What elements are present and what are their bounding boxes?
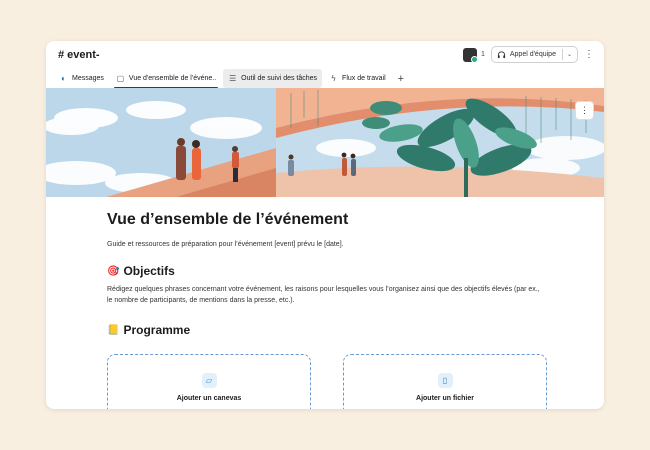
channel-title[interactable]: # event- (58, 49, 100, 61)
canvas-document: Vue d’ensemble de l’événement Guide et r… (107, 211, 547, 343)
banner-options-icon[interactable]: ⋮ (575, 101, 594, 120)
canvas-banner-image: ⋮ (46, 88, 604, 197)
embed-cards: ▱ Ajouter un canevas ▯ Ajouter un fichie… (107, 354, 547, 409)
section-heading-objectives: 🎯 Objectifs (107, 264, 547, 278)
notebook-icon: 📒 (107, 324, 120, 336)
huddle-label: Appel d'équipe (509, 51, 556, 58)
target-icon: 🎯 (107, 265, 120, 277)
intro-text: Guide et ressources de préparation pour … (107, 241, 344, 248)
list-icon: ☰ (229, 74, 237, 83)
canvas-add-icon: ▱ (201, 373, 217, 388)
add-canvas-card[interactable]: ▱ Ajouter un canevas (107, 354, 311, 409)
channel-tabs: ◐ Messages ▢ Vue d'ensemble de l'événe..… (54, 69, 409, 89)
channel-header: # event- 1 Appel d'équipe ⌄ ⋮ ◐ Messages… (46, 41, 604, 89)
member-count: 1 (480, 51, 485, 58)
member-count-button[interactable]: 1 (462, 47, 485, 63)
avatar-icon (462, 47, 478, 63)
section-title: Programme (123, 323, 191, 337)
canvas-icon: ▢ (116, 74, 125, 83)
tab-label: Flux de travail (342, 75, 386, 82)
page-title: Vue d’ensemble de l’événement (107, 211, 349, 228)
file-add-icon: ▯ (437, 373, 453, 388)
tab-task-tracker[interactable]: ☰ Outil de suivi des tâches (223, 69, 323, 88)
messages-icon: ◐ (61, 74, 66, 83)
card-label: Ajouter un fichier (416, 395, 474, 402)
chevron-down-icon[interactable]: ⌄ (567, 51, 572, 58)
tab-event-overview[interactable]: ▢ Vue d'ensemble de l'événe.. (111, 69, 221, 89)
headphones-icon (497, 51, 505, 59)
tab-label: Messages (72, 75, 104, 82)
section-title: Objectifs (123, 264, 175, 278)
more-options-icon[interactable]: ⋮ (584, 49, 594, 60)
add-file-card[interactable]: ▯ Ajouter un fichier (343, 354, 547, 409)
workflow-icon: ϟ (331, 74, 336, 83)
divider (561, 49, 563, 60)
banner-illustration (46, 88, 604, 197)
tab-workflows[interactable]: ϟ Flux de travail (324, 69, 391, 88)
tab-label: Vue d'ensemble de l'événe.. (128, 75, 217, 82)
section-text-objectives: Rédigez quelques phrases concernant votr… (107, 286, 540, 304)
card-label: Ajouter un canevas (176, 395, 242, 402)
add-tab-button[interactable]: + (393, 73, 409, 85)
section-heading-program: 📒 Programme (107, 323, 547, 337)
huddle-button[interactable]: Appel d'équipe ⌄ (490, 46, 578, 63)
app-window: # event- 1 Appel d'équipe ⌄ ⋮ ◐ Messages… (46, 41, 604, 409)
header-actions: 1 Appel d'équipe ⌄ ⋮ (462, 46, 594, 63)
tab-messages[interactable]: ◐ Messages (54, 69, 109, 88)
tab-label: Outil de suivi des tâches (241, 75, 318, 82)
